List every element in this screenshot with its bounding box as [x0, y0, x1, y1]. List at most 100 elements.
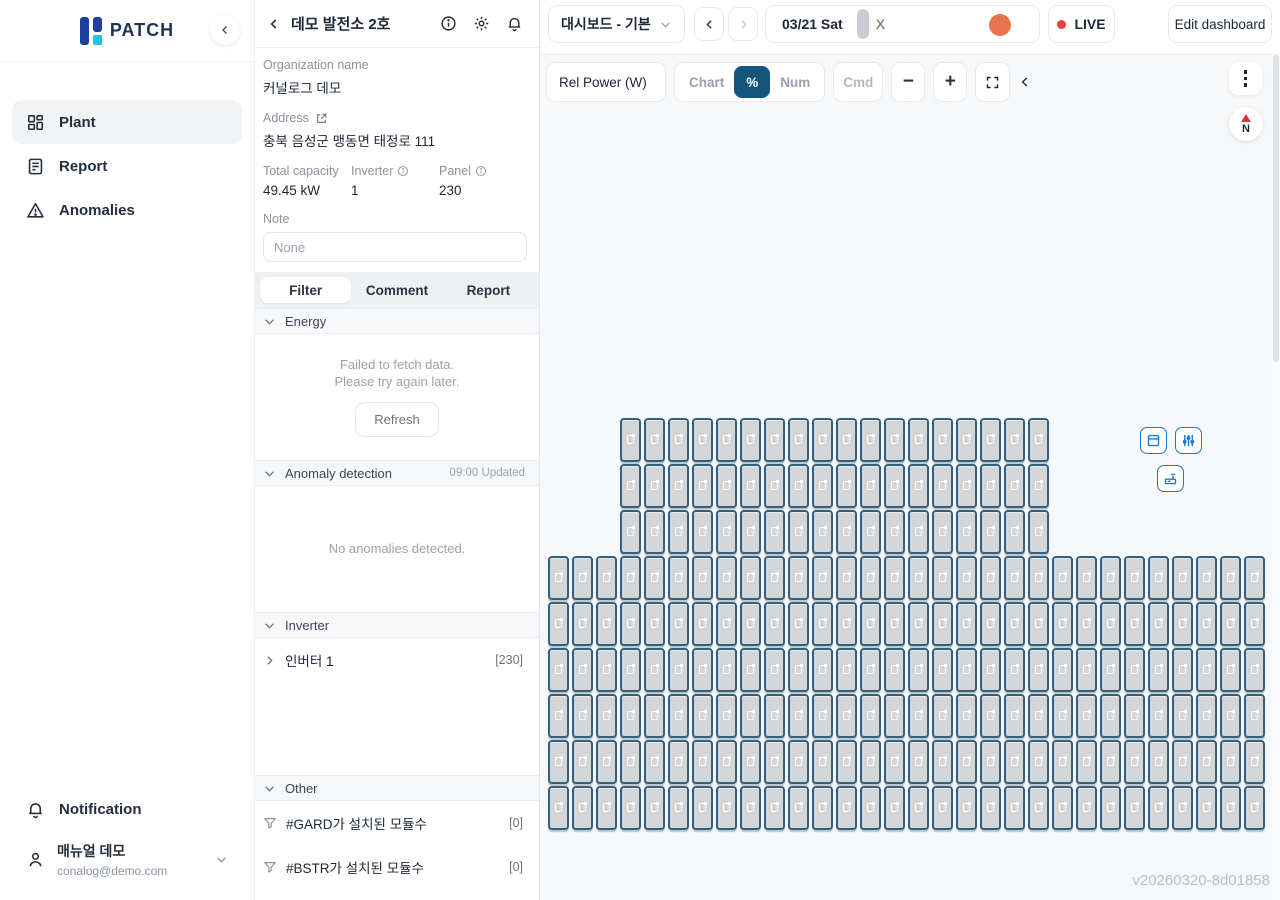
solar-panel[interactable]	[1004, 648, 1025, 692]
solar-panel[interactable]	[884, 418, 905, 462]
solar-panel[interactable]	[908, 510, 929, 554]
solar-panel[interactable]	[932, 740, 953, 784]
solar-panel[interactable]	[1052, 556, 1073, 600]
solar-panel[interactable]	[1028, 602, 1049, 646]
solar-panel[interactable]	[572, 740, 593, 784]
solar-panel[interactable]	[716, 418, 737, 462]
solar-panel[interactable]	[1148, 602, 1169, 646]
inverter-section-header[interactable]: Inverter	[255, 612, 539, 638]
solar-panel[interactable]	[1004, 740, 1025, 784]
solar-panel[interactable]	[1220, 556, 1241, 600]
solar-panel[interactable]	[692, 464, 713, 508]
solar-panel[interactable]	[1196, 740, 1217, 784]
solar-panel[interactable]	[1196, 694, 1217, 738]
solar-panel[interactable]	[1220, 694, 1241, 738]
solar-panel[interactable]	[764, 556, 785, 600]
solar-panel[interactable]	[1244, 602, 1265, 646]
equipment-window-button[interactable]	[1140, 427, 1167, 454]
solar-panel[interactable]	[908, 740, 929, 784]
solar-panel[interactable]	[716, 464, 737, 508]
solar-panel[interactable]	[740, 786, 761, 830]
solar-panel[interactable]	[956, 694, 977, 738]
solar-panel[interactable]	[788, 740, 809, 784]
solar-panel[interactable]	[668, 464, 689, 508]
solar-panel[interactable]	[1028, 694, 1049, 738]
solar-panel[interactable]	[764, 602, 785, 646]
solar-panel[interactable]	[692, 786, 713, 830]
solar-panel[interactable]	[860, 648, 881, 692]
solar-panel[interactable]	[884, 510, 905, 554]
solar-panel[interactable]	[980, 464, 1001, 508]
sidebar-item-report[interactable]: Report	[12, 144, 242, 188]
solar-panel[interactable]	[788, 648, 809, 692]
solar-panel[interactable]	[884, 602, 905, 646]
solar-panel[interactable]	[644, 740, 665, 784]
solar-panel[interactable]	[1052, 786, 1073, 830]
solar-panel[interactable]	[1052, 694, 1073, 738]
solar-panel[interactable]	[836, 648, 857, 692]
solar-panel[interactable]	[740, 694, 761, 738]
solar-panel[interactable]	[740, 602, 761, 646]
solar-panel[interactable]	[860, 510, 881, 554]
solar-panel[interactable]	[740, 556, 761, 600]
solar-panel[interactable]	[1220, 740, 1241, 784]
solar-panel[interactable]	[884, 694, 905, 738]
solar-panel[interactable]	[788, 786, 809, 830]
solar-panel[interactable]	[596, 694, 617, 738]
solar-panel[interactable]	[1028, 740, 1049, 784]
solar-panel[interactable]	[1172, 740, 1193, 784]
external-link-icon[interactable]	[315, 112, 328, 125]
solar-panel[interactable]	[764, 648, 785, 692]
tab-filter[interactable]: Filter	[260, 277, 352, 303]
solar-panel[interactable]	[884, 786, 905, 830]
solar-panel[interactable]	[884, 648, 905, 692]
solar-panel[interactable]	[1220, 602, 1241, 646]
solar-panel[interactable]	[1076, 648, 1097, 692]
solar-panel[interactable]	[908, 464, 929, 508]
solar-panel[interactable]	[548, 786, 569, 830]
solar-panel[interactable]	[1244, 740, 1265, 784]
refresh-button[interactable]: Refresh	[355, 401, 439, 437]
solar-panel[interactable]	[668, 786, 689, 830]
solar-panel[interactable]	[836, 694, 857, 738]
info-button[interactable]	[440, 15, 457, 32]
solar-panel[interactable]	[1100, 556, 1121, 600]
anomaly-section-header[interactable]: Anomaly detection 09:00 Updated	[255, 460, 539, 486]
equipment-sliders-button[interactable]	[1175, 427, 1202, 454]
solar-panel[interactable]	[620, 464, 641, 508]
alerts-button[interactable]	[506, 15, 523, 32]
solar-panel[interactable]	[908, 556, 929, 600]
solar-panel[interactable]	[860, 556, 881, 600]
solar-panel[interactable]	[1148, 786, 1169, 830]
solar-panel[interactable]	[836, 740, 857, 784]
solar-panel[interactable]	[716, 556, 737, 600]
solar-panel[interactable]	[1148, 648, 1169, 692]
solar-panel[interactable]	[1124, 648, 1145, 692]
solar-panel[interactable]	[1172, 602, 1193, 646]
solar-panel[interactable]	[956, 648, 977, 692]
solar-panel[interactable]	[812, 648, 833, 692]
solar-panel[interactable]	[1028, 464, 1049, 508]
solar-panel[interactable]	[1100, 602, 1121, 646]
solar-panel[interactable]	[620, 418, 641, 462]
solar-panel[interactable]	[572, 556, 593, 600]
solar-panel[interactable]	[620, 602, 641, 646]
solar-panel[interactable]	[980, 602, 1001, 646]
solar-panel[interactable]	[668, 602, 689, 646]
solar-panel[interactable]	[932, 464, 953, 508]
solar-panel[interactable]	[572, 602, 593, 646]
other-item-gard[interactable]: #GARD가 설치된 모듈수 [0]	[255, 801, 539, 845]
solar-panel[interactable]	[1220, 648, 1241, 692]
solar-panel[interactable]	[932, 694, 953, 738]
solar-panel[interactable]	[596, 786, 617, 830]
solar-panel[interactable]	[1172, 694, 1193, 738]
solar-panel[interactable]	[740, 418, 761, 462]
solar-panel[interactable]	[1100, 786, 1121, 830]
solar-panel[interactable]	[596, 556, 617, 600]
solar-panel[interactable]	[1244, 786, 1265, 830]
solar-panel[interactable]	[1244, 648, 1265, 692]
solar-panel[interactable]	[908, 694, 929, 738]
solar-panel[interactable]	[1148, 694, 1169, 738]
solar-panel[interactable]	[932, 556, 953, 600]
solar-panel[interactable]	[812, 786, 833, 830]
